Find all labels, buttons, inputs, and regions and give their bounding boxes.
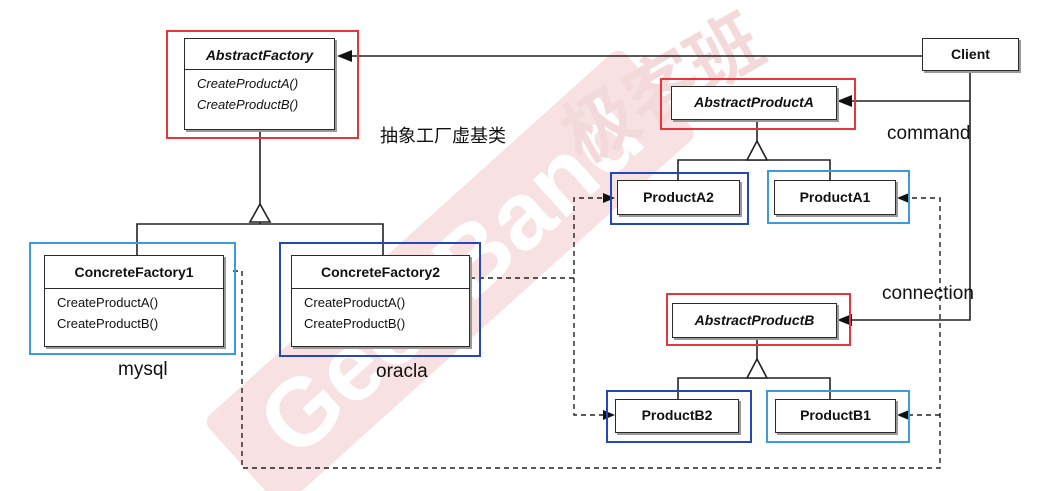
productb1-class: ProductB1 xyxy=(775,399,896,433)
productb2-title: ProductB2 xyxy=(641,407,713,423)
oracla-annotation: oracla xyxy=(376,361,428,382)
concretefactory2-class: ConcreteFactory2 CreateProductA() Create… xyxy=(291,255,470,347)
concretefactory1-operations: CreateProductA() CreateProductB() xyxy=(45,288,223,334)
productb1-title: ProductB1 xyxy=(800,407,871,423)
productb2-class: ProductB2 xyxy=(615,399,739,433)
concretefactory1-title: ConcreteFactory1 xyxy=(74,264,194,280)
concretefactory2-operations: CreateProductA() CreateProductB() xyxy=(292,288,469,334)
abstractproductb-title: AbstractProductB xyxy=(694,312,815,328)
abstractfactory-op-a: CreateProductA() xyxy=(197,76,299,91)
mysql-annotation: mysql xyxy=(118,359,168,380)
abstractfactory-class: AbstractFactory CreateProductA() CreateP… xyxy=(184,38,335,130)
connection-annotation: connection xyxy=(882,283,974,304)
factory-inherit-triangle xyxy=(248,202,272,223)
abstract-factory-uml-diagram: GeekBand 极客班 xyxy=(0,0,1061,491)
abstractfactory-operations: CreateProductA() CreateProductB() xyxy=(185,69,334,115)
concretefactory1-op-a: CreateProductA() xyxy=(57,295,159,310)
abstractproductb-class: AbstractProductB xyxy=(672,303,837,338)
client-class: Client xyxy=(922,38,1019,71)
abstractfactory-op-b: CreateProductB() xyxy=(197,97,299,112)
abstractproducta-title: AbstractProductA xyxy=(694,94,814,110)
client-title: Client xyxy=(951,46,990,62)
concretefactory1-class: ConcreteFactory1 CreateProductA() Create… xyxy=(44,255,224,347)
command-annotation: command xyxy=(887,123,971,144)
producta1-title: ProductA1 xyxy=(799,189,871,205)
abstractfactory-title: AbstractFactory xyxy=(205,47,314,63)
abstractproducta-class: AbstractProductA xyxy=(671,86,837,120)
concretefactory2-title: ConcreteFactory2 xyxy=(320,264,441,280)
concretefactory2-op-a: CreateProductA() xyxy=(304,295,406,310)
producta2-title: ProductA2 xyxy=(643,189,714,205)
concretefactory2-op-b: CreateProductB() xyxy=(304,316,406,331)
productb-inherit-triangle xyxy=(745,357,769,379)
factory2-to-productb2-dependency xyxy=(573,278,604,416)
concretefactory1-op-b: CreateProductB() xyxy=(57,316,159,331)
producta2-class: ProductA2 xyxy=(617,180,740,215)
producta-inherit-triangle xyxy=(745,139,769,161)
producta1-class: ProductA1 xyxy=(774,180,896,215)
abstractfactory-annotation: 抽象工厂虚基类 xyxy=(380,126,506,147)
